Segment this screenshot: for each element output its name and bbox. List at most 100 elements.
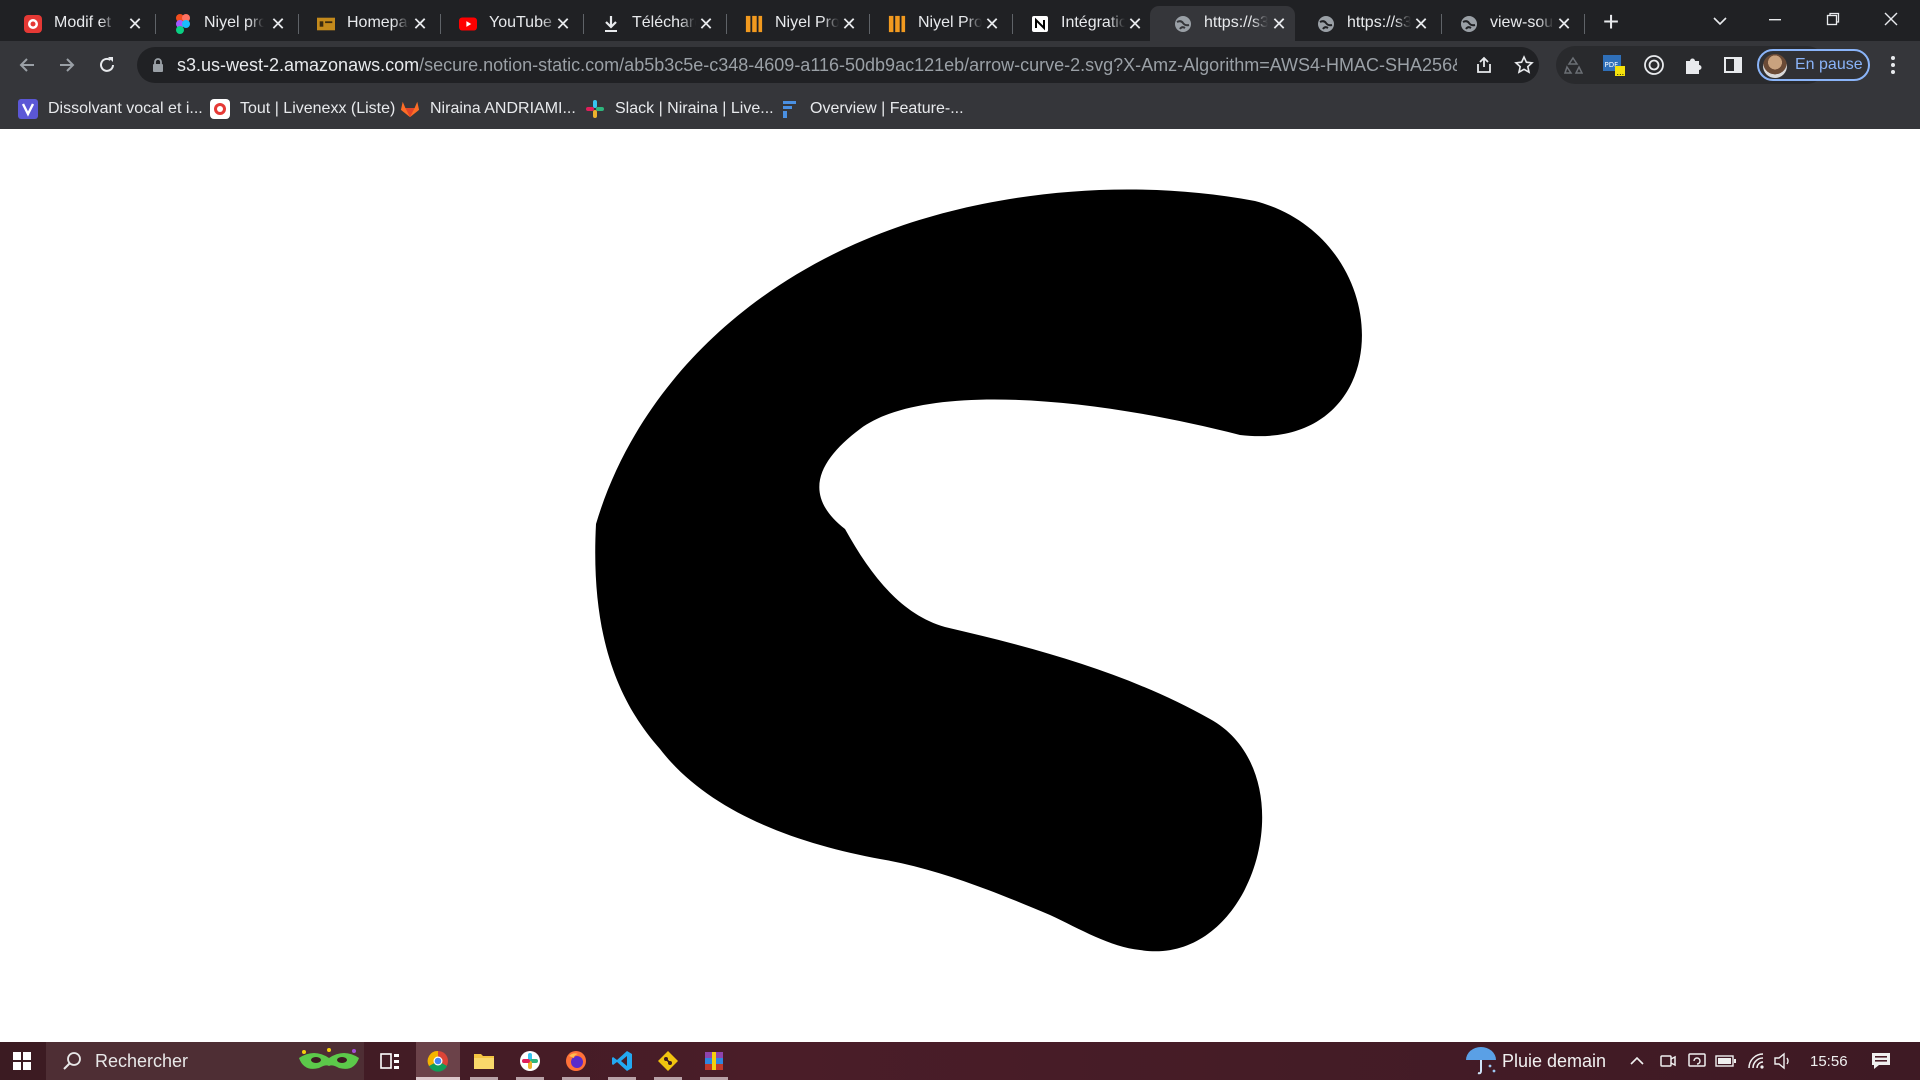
tab-9[interactable]: https://s3 ✕ (1293, 6, 1436, 41)
svg-text:...: ... (1617, 68, 1625, 77)
battery-icon[interactable] (1714, 1042, 1738, 1080)
extensions-puzzle-icon[interactable] (1679, 51, 1707, 79)
taskbar-app-winrar[interactable] (692, 1042, 736, 1080)
windows-taskbar: Rechercher Pluie demain 15:56 (0, 1042, 1920, 1080)
download-icon (602, 15, 620, 33)
close-icon[interactable]: ✕ (983, 15, 1001, 33)
wifi-icon[interactable] (1746, 1042, 1768, 1080)
archive-icon (705, 1052, 723, 1070)
bookmark-label: Dissolvant vocal et i... (48, 100, 203, 117)
lock-icon[interactable] (151, 58, 165, 72)
bookmarks-bar: Dissolvant vocal et i... Tout | Livenexx… (0, 89, 1920, 129)
carnival-mask-icon (294, 1046, 364, 1076)
close-icon[interactable]: ✕ (1555, 15, 1573, 33)
umbrella-icon (1466, 1047, 1496, 1075)
taskbar-app-vscode[interactable] (600, 1042, 644, 1080)
arrow-curve-shape (595, 189, 1362, 952)
doc-icon (780, 99, 800, 119)
slack-icon (520, 1051, 540, 1071)
taskbar-app-explorer[interactable] (462, 1042, 506, 1080)
taskbar-app-firefox[interactable] (554, 1042, 598, 1080)
menu-kebab-icon[interactable] (1879, 51, 1907, 79)
recycle-extension-icon[interactable] (1559, 51, 1587, 79)
forward-button[interactable] (51, 49, 83, 81)
tab-10[interactable]: view-sour ✕ (1436, 6, 1579, 41)
show-hidden-icons-button[interactable] (1625, 1042, 1649, 1080)
side-panel-icon[interactable] (1719, 51, 1747, 79)
tab-7[interactable]: Intégratic ✕ (1007, 6, 1150, 41)
target-extension-icon[interactable] (1640, 51, 1668, 79)
new-tab-button[interactable]: + (1597, 8, 1625, 36)
url-path: /secure.notion-static.com/ab5b3c5e-c348-… (419, 55, 1457, 75)
close-icon[interactable]: ✕ (554, 15, 572, 33)
globe-icon (1174, 15, 1192, 33)
task-view-button[interactable] (368, 1042, 412, 1080)
bookmark-label: Slack | Niraina | Live... (615, 100, 774, 117)
back-button[interactable] (11, 49, 43, 81)
livenexx-icon (210, 99, 230, 119)
volume-icon[interactable] (1772, 1042, 1794, 1080)
tab-search-button[interactable] (1695, 4, 1745, 36)
tab-title: Homepag (347, 14, 409, 31)
task-view-icon (380, 1053, 399, 1069)
close-icon[interactable]: ✕ (1126, 15, 1144, 33)
chevron-up-icon (1630, 1056, 1644, 1065)
taskbar-app-git[interactable] (646, 1042, 690, 1080)
notification-icon (1872, 1053, 1890, 1069)
taskbar-search[interactable]: Rechercher (46, 1042, 364, 1080)
profile-button[interactable]: En pause (1757, 49, 1870, 81)
firefox-icon (566, 1051, 586, 1071)
url-text[interactable]: s3.us-west-2.amazonaws.com/secure.notion… (177, 55, 1457, 76)
display-tray-icon[interactable] (1686, 1042, 1708, 1080)
url-host: s3.us-west-2.amazonaws.com (177, 55, 420, 75)
notifications-button[interactable] (1866, 1042, 1896, 1080)
close-icon[interactable]: ✕ (1270, 15, 1288, 33)
restore-button[interactable] (1808, 4, 1858, 36)
tab-6[interactable]: Niyel Pro ✕ (864, 6, 1007, 41)
start-button[interactable] (0, 1042, 44, 1080)
tab-0[interactable]: Modif et ✕ (0, 6, 150, 41)
gitlab-icon (400, 99, 420, 119)
bookmark-label: Overview | Feature-... (810, 100, 964, 117)
close-icon[interactable]: ✕ (126, 15, 144, 33)
tab-5[interactable]: Niyel Pro ✕ (721, 6, 864, 41)
close-icon[interactable]: ✕ (411, 15, 429, 33)
avatar (1763, 54, 1787, 78)
bookmark-item[interactable]: Niraina ANDRIAMI... (400, 97, 576, 121)
arrow-curve-svg-image (595, 189, 1362, 952)
tab-3[interactable]: YouTube ✕ (435, 6, 578, 41)
chrome-icon (427, 1050, 448, 1072)
bookmark-item[interactable]: Dissolvant vocal et i... (18, 97, 203, 121)
close-icon[interactable]: ✕ (1412, 15, 1430, 33)
address-bar[interactable]: s3.us-west-2.amazonaws.com/secure.notion… (137, 47, 1539, 83)
taskbar-clock[interactable]: 15:56 (1810, 1053, 1848, 1070)
niyel-icon (745, 15, 763, 33)
tab-title: YouTube (489, 14, 552, 31)
tab-4[interactable]: Télécharg ✕ (578, 6, 721, 41)
bookmark-item[interactable]: Slack | Niraina | Live... (585, 97, 774, 121)
tab-2[interactable]: Homepag ✕ (293, 6, 435, 41)
taskbar-app-chrome[interactable] (416, 1042, 460, 1080)
reload-button[interactable] (91, 49, 123, 81)
camera-tray-icon[interactable] (1657, 1042, 1679, 1080)
close-window-button[interactable] (1866, 4, 1916, 36)
git-icon (658, 1051, 678, 1071)
close-icon[interactable]: ✕ (269, 15, 287, 33)
bookmark-item[interactable]: Tout | Livenexx (Liste) (210, 97, 395, 121)
star-icon[interactable] (1513, 54, 1535, 76)
tab-1[interactable]: Niyel prot ✕ (150, 6, 293, 41)
tab-separator (1584, 14, 1585, 34)
profile-status: En pause (1795, 56, 1863, 73)
close-icon[interactable]: ✕ (697, 15, 715, 33)
slack-icon (585, 99, 605, 119)
share-icon[interactable] (1473, 54, 1495, 76)
pdf-extension-icon[interactable]: PDF... (1600, 51, 1628, 79)
tab-8[interactable]: https://s3 ✕ (1150, 6, 1295, 41)
taskbar-app-slack[interactable] (508, 1042, 552, 1080)
bookmark-item[interactable]: Overview | Feature-... (780, 97, 964, 121)
windows-icon (13, 1052, 31, 1070)
close-icon[interactable]: ✕ (840, 15, 858, 33)
bookmark-label: Niraina ANDRIAMI... (430, 100, 576, 117)
figma-icon (174, 14, 192, 34)
minimize-button[interactable] (1750, 4, 1800, 36)
